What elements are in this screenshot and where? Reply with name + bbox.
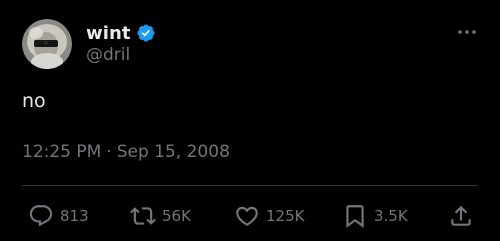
share-upload-icon <box>448 203 474 229</box>
repost-arrows-icon <box>130 203 156 229</box>
author-name-row[interactable]: wint <box>86 22 156 44</box>
like-count: 125K <box>266 207 305 225</box>
divider <box>22 185 478 186</box>
reply-count: 813 <box>60 207 89 225</box>
avatar-image <box>22 19 72 69</box>
more-dots-icon[interactable] <box>456 22 478 42</box>
tweet-card: wint @dril no 12:25 PM · Sep 15, 2008 81… <box>0 0 500 241</box>
reply-button[interactable]: 813 <box>28 202 89 230</box>
avatar[interactable] <box>22 19 72 69</box>
author-handle[interactable]: @dril <box>86 45 130 65</box>
bookmark-count: 3.5K <box>374 207 408 225</box>
tweet-text: no <box>22 90 46 112</box>
reply-bubble-icon <box>28 203 54 229</box>
tweet-time[interactable]: 12:25 PM <box>22 142 101 162</box>
action-bar: 813 56K 125K 3.5K <box>0 202 500 230</box>
bookmark-icon <box>342 203 368 229</box>
meta-separator: · <box>106 142 112 162</box>
display-name[interactable]: wint <box>86 23 131 44</box>
repost-count: 56K <box>162 207 191 225</box>
verified-badge-icon[interactable] <box>136 23 156 43</box>
tweet-timestamp[interactable]: 12:25 PM · Sep 15, 2008 <box>22 142 230 162</box>
bookmark-button[interactable]: 3.5K <box>342 202 408 230</box>
share-button[interactable] <box>448 202 474 230</box>
like-button[interactable]: 125K <box>234 202 304 230</box>
repost-button[interactable]: 56K <box>130 202 191 230</box>
tweet-date[interactable]: Sep 15, 2008 <box>117 142 230 162</box>
heart-icon <box>234 203 260 229</box>
